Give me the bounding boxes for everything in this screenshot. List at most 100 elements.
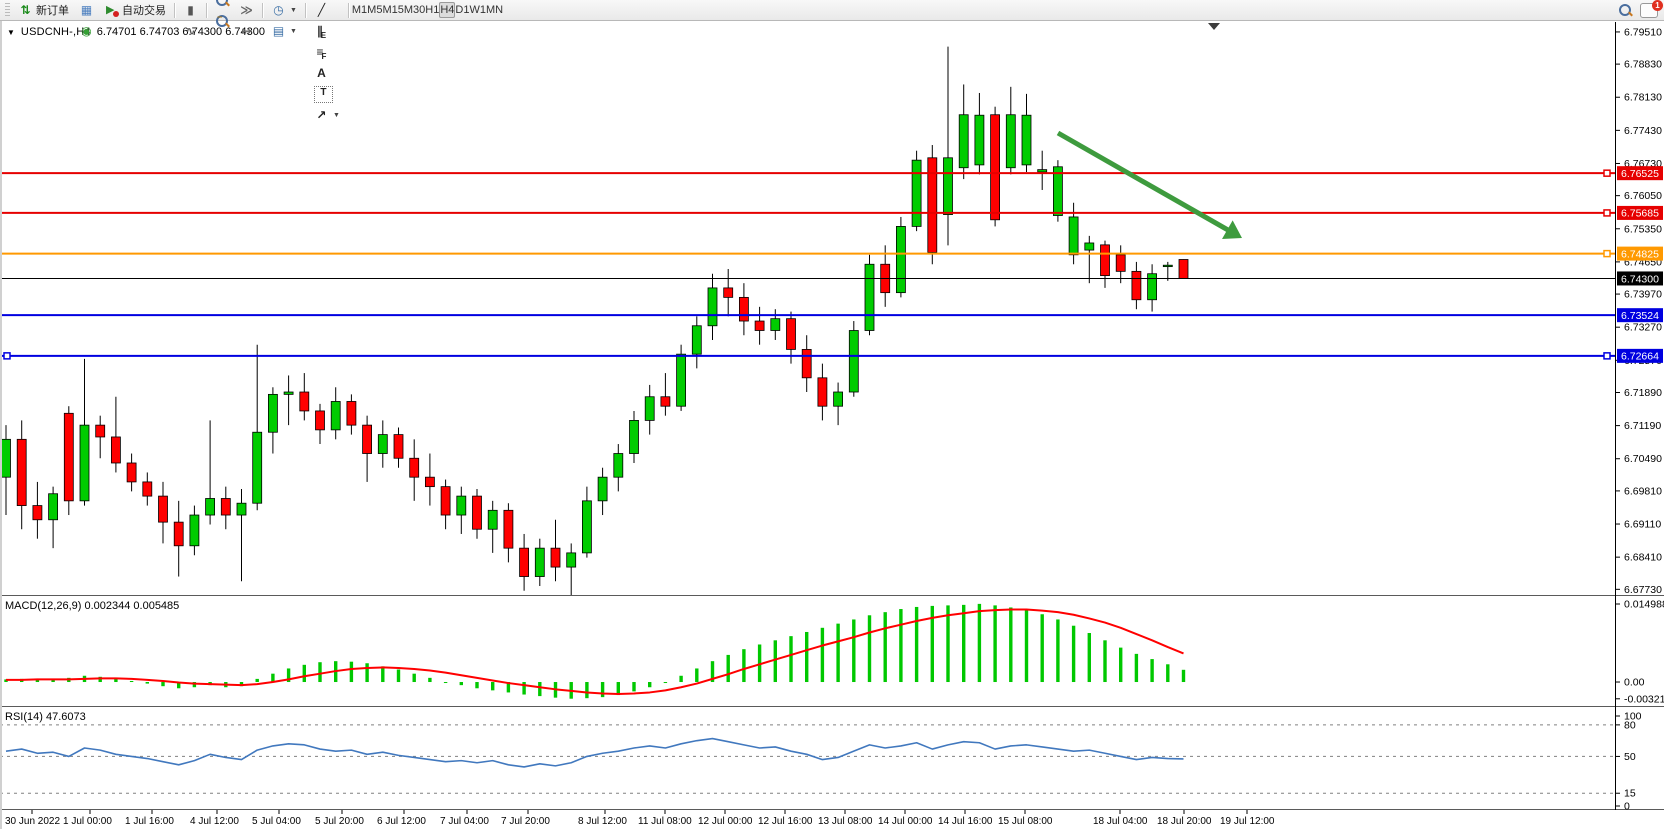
candle-bullish — [1006, 115, 1015, 168]
macd-histogram-bar — [679, 676, 682, 682]
time-tick-label: 6 Jul 12:00 — [377, 816, 426, 827]
macd-histogram-bar — [1072, 626, 1075, 682]
time-tick-label: 18 Jul 20:00 — [1157, 816, 1212, 827]
price-tick-label: 6.68410 — [1624, 552, 1662, 564]
timeframe-m5[interactable]: M5 — [367, 2, 382, 18]
price-tick-label: 6.71190 — [1624, 420, 1661, 432]
timeframe-m30[interactable]: M30 — [404, 2, 425, 18]
fibonacci-icon[interactable]: ≡F — [309, 42, 345, 63]
macd-histogram-bar — [868, 615, 871, 682]
line-chart-icon[interactable]: ∿ — [178, 21, 203, 42]
candle-bullish — [567, 553, 576, 567]
new-order-button[interactable]: ⇅ 新订单 — [13, 0, 74, 21]
macd-histogram-bar — [632, 682, 635, 691]
macd-label: MACD(12,26,9) 0.002344 0.005485 — [5, 600, 179, 612]
line-handle[interactable] — [4, 353, 10, 359]
timeframe-m1[interactable]: M1 — [352, 2, 367, 18]
periods-button[interactable]: ◷▼ — [266, 0, 302, 21]
price-tick-label: 6.70490 — [1624, 453, 1662, 465]
toolbar-separator — [305, 3, 306, 18]
timeframe-mn[interactable]: MN — [486, 2, 503, 18]
notifications-icon[interactable]: 1 — [1640, 3, 1658, 18]
line-handle[interactable] — [1604, 170, 1610, 176]
macd-axis-label: 0.014988 — [1624, 599, 1664, 611]
candle-bullish — [896, 226, 905, 292]
price-tick-label: 6.76050 — [1624, 190, 1662, 202]
channel-icon[interactable]: ∥E — [309, 21, 345, 42]
zoom-in-icon[interactable]: + — [210, 0, 234, 10]
price-tick-label: 6.77430 — [1624, 125, 1662, 137]
autotrading-button[interactable]: ▶ 自动交易 — [99, 0, 171, 21]
timeframe-h1[interactable]: H1 — [425, 2, 439, 18]
price-tick-label: 6.67730 — [1624, 584, 1662, 596]
profiles-icon[interactable]: ▦ — [74, 0, 99, 21]
macd-histogram-bar — [821, 628, 824, 682]
zoom-out-icon[interactable]: − — [210, 10, 234, 31]
toolbar-separator — [174, 3, 175, 18]
text-icon: A — [314, 66, 329, 81]
macd-histogram-bar — [146, 682, 149, 684]
price-badge-label: 6.76525 — [1621, 168, 1659, 180]
alerts-icon[interactable]: ◉ — [74, 21, 99, 42]
templates-button[interactable]: ▤▼ — [266, 21, 302, 42]
dropdown-caret-icon: ▼ — [290, 7, 297, 14]
time-tick-label: 13 Jul 08:00 — [818, 816, 873, 827]
candle-bearish — [551, 548, 560, 567]
chevron-down-icon[interactable]: ▼ — [7, 28, 15, 37]
toolbar-grip[interactable] — [5, 3, 10, 17]
macd-histogram-bar — [789, 636, 792, 682]
channel-icon: ∥E — [314, 24, 329, 39]
candle-bearish — [441, 487, 450, 515]
candle-bullish — [677, 354, 686, 406]
time-tick-label: 15 Jul 08:00 — [998, 816, 1053, 827]
zoom-in-icon: + — [215, 0, 229, 7]
arrows-icon: ↗ — [314, 108, 329, 123]
chart-canvas[interactable]: 6.795106.788306.781306.774306.767306.760… — [0, 0, 1664, 830]
macd-histogram-bar — [648, 682, 651, 687]
line-handle[interactable] — [1604, 353, 1610, 359]
toolbar-separator — [206, 3, 207, 18]
timeframe-d1[interactable]: D1 — [455, 2, 469, 18]
candle-bullish — [284, 392, 293, 394]
timeframe-w1[interactable]: W1 — [469, 2, 486, 18]
macd-histogram-bar — [695, 668, 698, 682]
candle-bullish — [206, 498, 215, 515]
fibonacci-icon: ≡F — [314, 45, 329, 60]
trendline-icon: ╱ — [314, 3, 329, 18]
candle-bullish — [630, 420, 639, 453]
timeframe-m15[interactable]: M15 — [382, 2, 403, 18]
chart-shift-icon[interactable]: ↦ — [234, 21, 259, 42]
text-label-icon[interactable]: T — [309, 84, 345, 105]
trendline-icon[interactable]: ╱ — [309, 0, 345, 21]
candle-bearish — [755, 321, 764, 330]
autotrading-icon: ▶ — [104, 3, 119, 18]
macd-histogram-bar — [1056, 619, 1059, 682]
price-badge-label: 6.72664 — [1621, 351, 1659, 363]
search-icon[interactable] — [1618, 3, 1632, 17]
candle-bullish — [1038, 170, 1047, 172]
candle-bullish — [253, 432, 262, 503]
candle-bearish — [347, 401, 356, 425]
line-handle[interactable] — [1604, 210, 1610, 216]
candle-bullish — [488, 510, 497, 529]
macd-histogram-bar — [664, 682, 667, 683]
arrows-icon[interactable]: ↗▼ — [309, 105, 345, 126]
macd-histogram-bar — [742, 649, 745, 682]
candle-bearish — [64, 413, 73, 501]
price-tick-label: 6.71890 — [1624, 387, 1662, 399]
candle-bearish — [174, 522, 183, 546]
timeframe-h4[interactable]: H4 — [439, 2, 455, 18]
candlestick-chart-icon[interactable]: ▮ — [178, 0, 203, 21]
time-tick-label: 5 Jul 04:00 — [252, 816, 301, 827]
candle-bullish — [834, 392, 843, 406]
macd-histogram-bar — [601, 682, 604, 697]
price-tick-label: 6.73270 — [1624, 322, 1662, 334]
candle-bullish — [692, 326, 701, 354]
macd-histogram-bar — [836, 624, 839, 682]
auto-scroll-icon[interactable]: ≫ — [234, 0, 259, 21]
macd-histogram-bar — [884, 612, 887, 682]
candle-bullish — [975, 115, 984, 165]
candle-bullish — [378, 435, 387, 454]
text-icon[interactable]: A — [309, 63, 345, 84]
line-handle[interactable] — [1604, 251, 1610, 257]
